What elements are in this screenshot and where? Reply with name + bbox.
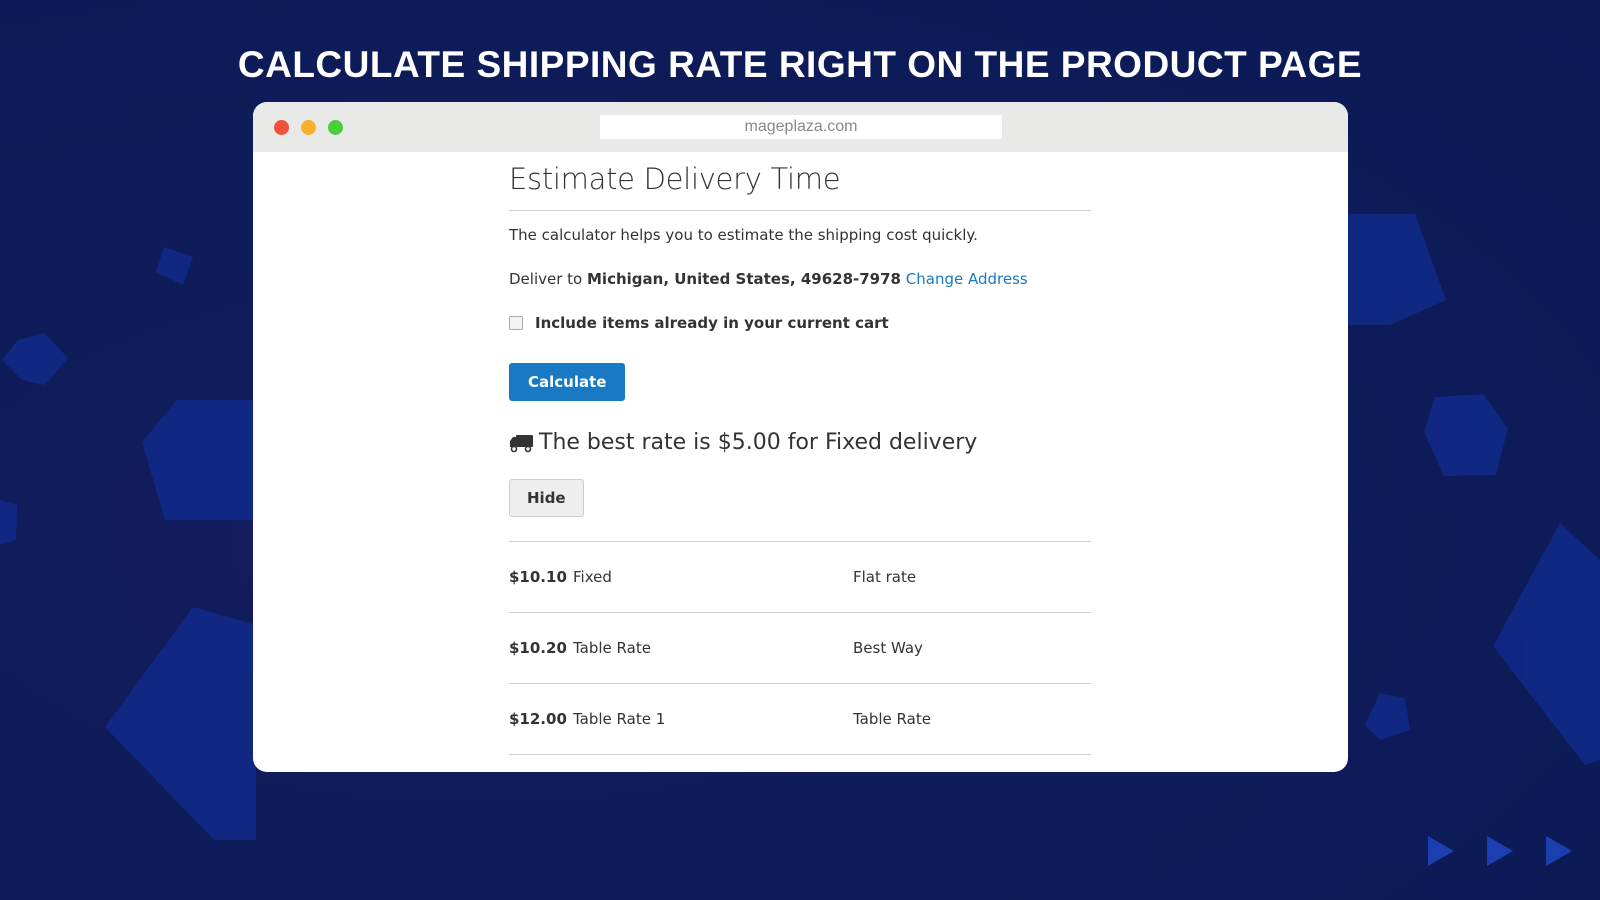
rates-table: $10.10 Fixed Flat rate $10.20 Table Rate… [509, 541, 1091, 755]
deliver-address: Michigan, United States, 49628-7978 [587, 270, 901, 288]
arrow-decor [1428, 836, 1454, 866]
cube-shape [1424, 394, 1508, 476]
rate-price: $12.00 [509, 710, 567, 728]
truck-icon [510, 434, 533, 452]
rate-row[interactable]: $10.10 Fixed Flat rate [509, 542, 1091, 613]
best-rate-text: The best rate is $5.00 for Fixed deliver… [539, 430, 978, 455]
include-cart-label[interactable]: Include items already in your current ca… [535, 314, 889, 332]
cube-shape [156, 247, 193, 285]
arrow-decor [1546, 836, 1572, 866]
browser-window: mageplaza.com Estimate Delivery Time The… [253, 102, 1348, 772]
estimate-delivery-section: Estimate Delivery Time The calculator he… [509, 152, 1091, 755]
best-rate-message: The best rate is $5.00 for Fixed deliver… [509, 430, 1091, 455]
include-cart-row: Include items already in your current ca… [509, 314, 1091, 332]
rate-carrier: Table Rate [853, 710, 931, 728]
cube-shape [1348, 214, 1446, 325]
hide-button[interactable]: Hide [509, 479, 584, 517]
rate-row[interactable]: $10.20 Table Rate Best Way [509, 613, 1091, 684]
rate-price: $10.10 [509, 568, 567, 586]
close-window-button[interactable] [274, 120, 289, 135]
page-title: Estimate Delivery Time [509, 162, 1091, 211]
deliver-prefix: Deliver to [509, 270, 583, 288]
change-address-link[interactable]: Change Address [906, 270, 1028, 288]
browser-titlebar: mageplaza.com [253, 102, 1348, 152]
rate-carrier: Best Way [853, 639, 923, 657]
cube-shape [0, 500, 17, 545]
rate-price: $10.20 [509, 639, 567, 657]
cube-shape [1493, 523, 1600, 765]
rate-method: Fixed [573, 568, 612, 586]
arrow-decor [1487, 836, 1513, 866]
rate-row[interactable]: $12.00 Table Rate 1 Table Rate [509, 684, 1091, 755]
rate-method: Table Rate 1 [573, 710, 666, 728]
deliver-to-line: Deliver to Michigan, United States, 4962… [509, 270, 1091, 288]
cube-shape [105, 607, 256, 840]
rate-method: Table Rate [573, 639, 651, 657]
address-bar[interactable]: mageplaza.com [600, 115, 1002, 139]
rate-carrier: Flat rate [853, 568, 917, 586]
minimize-window-button[interactable] [301, 120, 316, 135]
cube-shape [2, 333, 68, 385]
calculate-button[interactable]: Calculate [509, 363, 626, 401]
calculator-description: The calculator helps you to estimate the… [509, 226, 978, 244]
maximize-window-button[interactable] [328, 120, 343, 135]
include-cart-checkbox[interactable] [509, 316, 523, 330]
headline: CALCULATE SHIPPING RATE RIGHT ON THE PRO… [237, 44, 1363, 85]
cube-shape [142, 400, 256, 520]
cube-shape [1365, 693, 1410, 740]
